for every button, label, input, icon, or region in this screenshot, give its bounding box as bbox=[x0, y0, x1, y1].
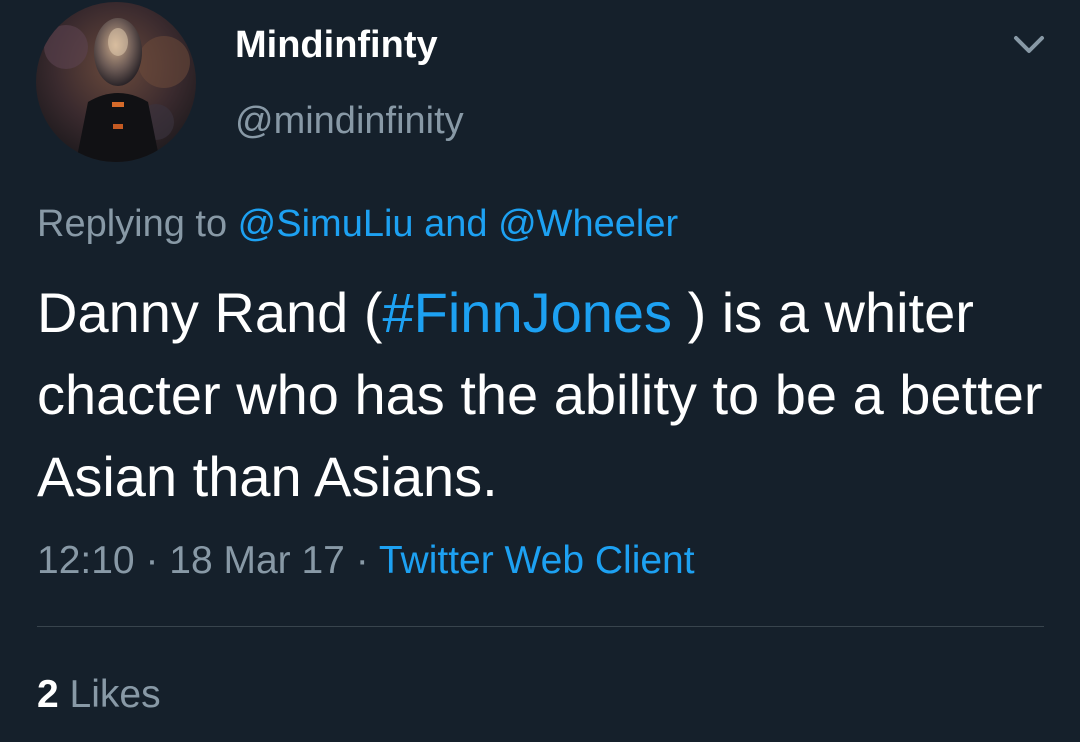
mention-link-simuliu[interactable]: @SimuLiu bbox=[238, 203, 414, 245]
meta-separator: · bbox=[134, 539, 170, 582]
avatar[interactable] bbox=[36, 2, 196, 162]
replying-prefix: Replying to bbox=[37, 203, 238, 245]
avatar-image bbox=[36, 2, 196, 162]
meta-separator: · bbox=[344, 539, 379, 582]
tweet-meta: 12:10 · 18 Mar 17 · Twitter Web Client bbox=[37, 536, 695, 586]
divider bbox=[37, 626, 1044, 627]
likes-count: 2 bbox=[37, 673, 59, 716]
user-handle[interactable]: @mindinfinity bbox=[235, 98, 464, 144]
tweet-date[interactable]: 18 Mar 17 bbox=[169, 539, 345, 582]
tweet-text-start: Danny Rand ( bbox=[37, 281, 383, 344]
chevron-down-icon[interactable] bbox=[1006, 28, 1052, 62]
replying-conjunction: and bbox=[413, 203, 499, 245]
mention-link-wheeler[interactable]: @Wheeler bbox=[498, 203, 678, 245]
tweet-text: Danny Rand (#FinnJones ) is a whiter cha… bbox=[37, 272, 1047, 518]
likes-label: Likes bbox=[58, 673, 161, 716]
tweet-time[interactable]: 12:10 bbox=[37, 539, 135, 582]
hashtag-link[interactable]: #FinnJones bbox=[383, 281, 673, 344]
replying-to: Replying to @SimuLiu and @Wheeler bbox=[37, 200, 678, 248]
likes-stat[interactable]: 2 Likes bbox=[37, 670, 161, 720]
source-link[interactable]: Twitter Web Client bbox=[379, 539, 695, 582]
display-name[interactable]: Mindinfinty bbox=[235, 22, 438, 68]
